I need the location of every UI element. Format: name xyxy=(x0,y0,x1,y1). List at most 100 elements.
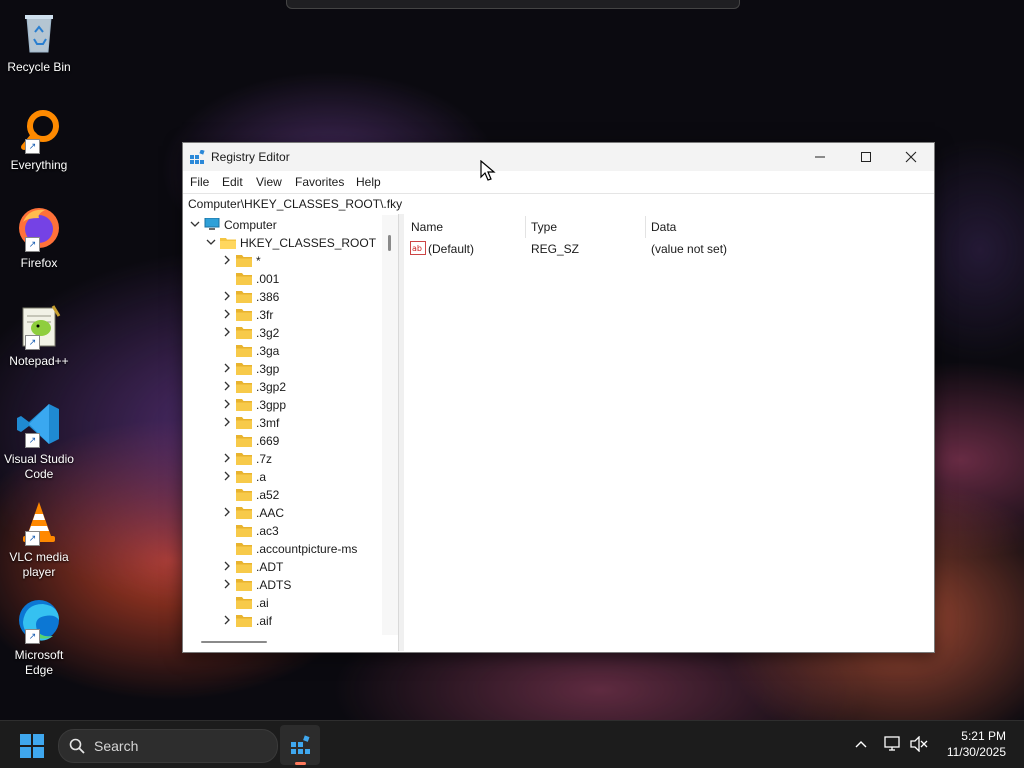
title-bar[interactable]: Registry Editor xyxy=(183,143,934,171)
chevron-right-icon[interactable] xyxy=(222,363,232,373)
tree-item-label: .AAC xyxy=(256,506,285,520)
active-app-indicator xyxy=(295,762,306,765)
chevron-down-icon[interactable] xyxy=(206,237,216,247)
folder-icon xyxy=(236,327,252,339)
volume-muted-icon[interactable] xyxy=(910,736,928,752)
windows-start-icon[interactable] xyxy=(20,734,44,758)
value-data: (value not set) xyxy=(651,242,728,256)
chevron-right-icon[interactable] xyxy=(222,417,232,427)
tree-item-label: .ac3 xyxy=(256,524,279,538)
tree-item-label: .3gp xyxy=(256,362,280,376)
desktop-icon-label: Everything xyxy=(10,158,68,172)
edge-icon: ↗ xyxy=(15,596,63,644)
clock-date: 11/30/2025 xyxy=(946,745,1006,759)
search-placeholder: Search xyxy=(94,738,139,754)
computer-icon xyxy=(204,218,220,230)
desktop-icon-everything[interactable]: ↗ Everything xyxy=(2,106,76,173)
desktop-icon-edge[interactable]: ↗ Microsoft Edge xyxy=(2,596,76,678)
minimize-icon xyxy=(815,156,825,158)
registry-editor-window[interactable]: Registry Editor File Edit View Favorites… xyxy=(182,142,935,653)
tree-item-label: .3ga xyxy=(256,344,280,358)
menu-edit[interactable]: Edit xyxy=(222,175,243,189)
column-header-type[interactable]: Type xyxy=(531,220,557,234)
menu-view[interactable]: View xyxy=(256,175,282,189)
address-path[interactable]: Computer\HKEY_CLASSES_ROOT\.fky xyxy=(188,197,402,211)
recycle-bin-icon xyxy=(15,8,63,56)
tree-item-label: .3g2 xyxy=(256,326,280,340)
vlc-cone-icon: ↗ xyxy=(15,498,63,546)
column-header-data[interactable]: Data xyxy=(651,220,676,234)
tree-item-label: .386 xyxy=(256,290,280,304)
folder-icon xyxy=(236,309,252,321)
chevron-down-icon[interactable] xyxy=(190,219,200,229)
desktop-icon-firefox[interactable]: ↗ Firefox xyxy=(2,204,76,271)
chevron-right-icon[interactable] xyxy=(222,579,232,589)
folder-icon xyxy=(236,453,252,465)
folder-icon xyxy=(236,615,252,627)
chevron-right-icon[interactable] xyxy=(222,309,232,319)
taskbar-clock[interactable]: 5:21 PM 11/30/2025 xyxy=(947,728,1006,760)
column-header-name[interactable]: Name xyxy=(411,220,443,234)
shortcut-arrow-icon: ↗ xyxy=(25,237,40,252)
folder-icon xyxy=(236,363,252,375)
folder-icon xyxy=(236,507,252,519)
chevron-right-icon[interactable] xyxy=(222,507,232,517)
chevron-right-icon[interactable] xyxy=(222,453,232,463)
folder-icon xyxy=(236,417,252,429)
taskbar-regedit-button[interactable] xyxy=(280,725,320,765)
tree-pane[interactable]: Computer HKEY_CLASSES_ROOT * .001.386.3fr… xyxy=(183,214,398,651)
tree-item-label: * xyxy=(256,254,261,268)
chevron-right-icon[interactable] xyxy=(222,471,232,481)
chevron-up-icon[interactable] xyxy=(855,739,867,749)
chevron-right-icon[interactable] xyxy=(222,381,232,391)
address-bar[interactable]: Computer\HKEY_CLASSES_ROOT\.fky xyxy=(183,193,934,215)
shortcut-arrow-icon: ↗ xyxy=(25,629,40,644)
folder-icon xyxy=(236,345,252,357)
chevron-right-icon[interactable] xyxy=(222,615,232,625)
menu-help[interactable]: Help xyxy=(356,175,381,189)
tree-item-label: .accountpicture-ms xyxy=(256,542,358,556)
close-button[interactable] xyxy=(888,143,934,171)
folder-icon xyxy=(236,399,252,411)
tree-item-label: .3gp2 xyxy=(256,380,287,394)
folder-icon xyxy=(236,525,252,537)
string-value-icon: ab xyxy=(410,241,426,255)
menu-favorites[interactable]: Favorites xyxy=(295,175,344,189)
desktop-icon-vscode[interactable]: ↗ Visual Studio Code xyxy=(2,400,76,482)
tree-item-label: .aif xyxy=(256,614,273,628)
chevron-right-icon[interactable] xyxy=(222,561,232,571)
tree-scroll-thumb[interactable] xyxy=(388,235,391,251)
chevron-right-icon[interactable] xyxy=(222,255,232,265)
tree-item-label: .3gpp xyxy=(256,398,287,412)
desktop-icon-notepad-plus-plus[interactable]: ↗ Notepad++ xyxy=(2,302,76,369)
column-divider[interactable] xyxy=(645,216,646,238)
menu-bar: File Edit View Favorites Help xyxy=(183,171,934,193)
shortcut-arrow-icon: ↗ xyxy=(25,433,40,448)
minimize-button[interactable] xyxy=(797,143,843,171)
clock-time: 5:21 PM xyxy=(961,729,1006,743)
tree-horizontal-scroll-thumb[interactable] xyxy=(201,641,267,643)
chevron-right-icon[interactable] xyxy=(222,327,232,337)
everything-icon: ↗ xyxy=(15,106,63,154)
chevron-right-icon[interactable] xyxy=(222,291,232,301)
network-icon[interactable] xyxy=(884,736,902,752)
taskbar-search-box[interactable]: Search xyxy=(58,729,278,763)
mouse-cursor-icon xyxy=(480,160,496,181)
folder-icon xyxy=(236,489,252,501)
search-icon xyxy=(69,738,85,754)
desktop-icon-recycle-bin[interactable]: Recycle Bin xyxy=(2,8,76,75)
tree-item-label: .ai xyxy=(256,596,269,610)
values-list-pane[interactable]: Name Type Data ab (Default) REG_SZ (valu… xyxy=(404,214,934,651)
desktop-icon-label: Notepad++ xyxy=(9,354,69,368)
menu-file[interactable]: File xyxy=(190,175,209,189)
tree-item-label: .ADTS xyxy=(256,578,292,592)
folder-icon xyxy=(236,579,252,591)
maximize-button[interactable] xyxy=(843,143,889,171)
tree-vertical-scrollbar[interactable] xyxy=(382,215,398,635)
chevron-right-icon[interactable] xyxy=(222,399,232,409)
notepad-plus-plus-icon: ↗ xyxy=(15,302,63,350)
folder-icon xyxy=(236,291,252,303)
tree-item-label: .7z xyxy=(256,452,273,466)
column-divider[interactable] xyxy=(525,216,526,238)
desktop-icon-vlc[interactable]: ↗ VLC media player xyxy=(2,498,76,580)
